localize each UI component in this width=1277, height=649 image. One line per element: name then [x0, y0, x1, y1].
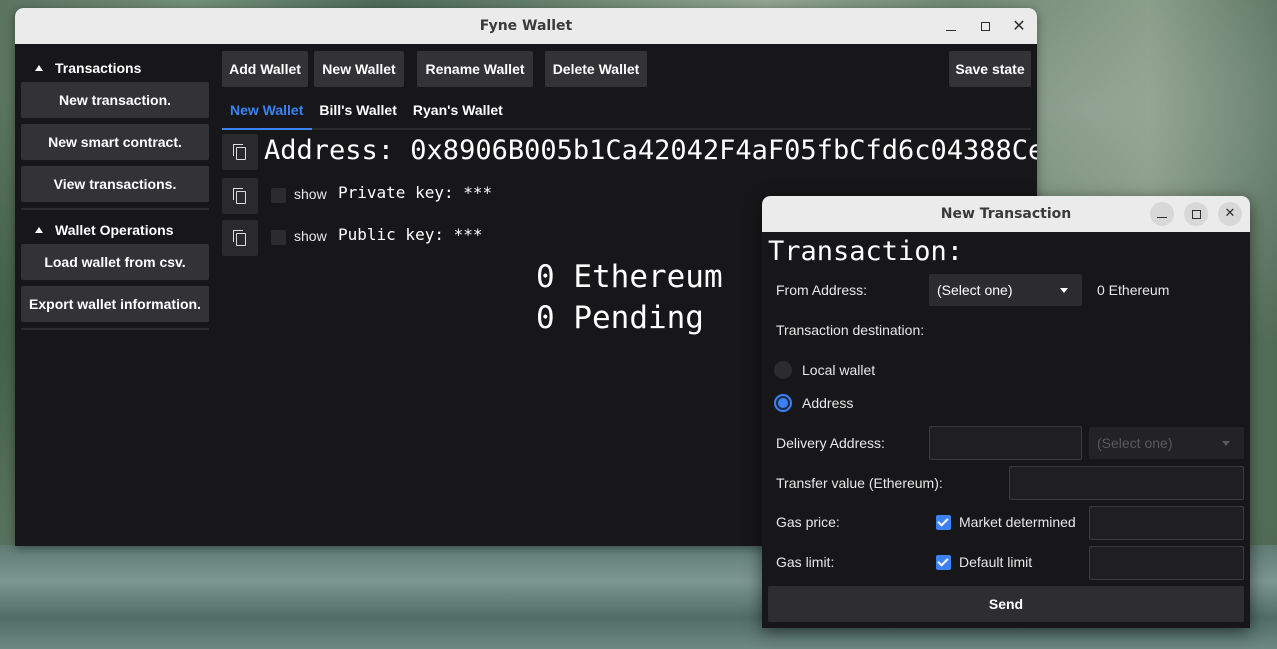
maximize-icon[interactable]	[977, 18, 993, 34]
private-key-text: Private key: ***	[338, 183, 493, 202]
copy-address-button[interactable]	[222, 134, 258, 170]
view-transactions-button[interactable]: View transactions.	[21, 166, 209, 202]
address-radio-label[interactable]: Address	[802, 395, 853, 411]
export-wallet-button[interactable]: Export wallet information.	[21, 286, 209, 322]
copy-private-key-button[interactable]	[222, 178, 258, 214]
save-state-button[interactable]: Save state	[949, 51, 1031, 87]
show-public-key-checkbox[interactable]	[271, 230, 286, 245]
delivery-address-label: Delivery Address:	[776, 435, 885, 451]
destination-label: Transaction destination:	[776, 322, 925, 338]
collapse-triangle-icon	[35, 227, 43, 233]
section-title: Transactions	[55, 60, 142, 76]
dialog-titlebar[interactable]: New Transaction ✕	[762, 196, 1250, 232]
gas-price-input[interactable]	[1089, 506, 1244, 540]
local-wallet-radio[interactable]	[774, 361, 792, 379]
copy-public-key-button[interactable]	[222, 220, 258, 256]
dialog-heading: Transaction:	[768, 236, 964, 267]
balance-text: 0 Ethereum	[536, 259, 723, 295]
divider	[21, 208, 209, 210]
show-private-key-checkbox[interactable]	[271, 188, 286, 203]
new-smart-contract-button[interactable]: New smart contract.	[21, 124, 209, 160]
new-transaction-button[interactable]: New transaction.	[21, 82, 209, 118]
delivery-address-input[interactable]	[929, 426, 1082, 460]
add-wallet-button[interactable]: Add Wallet	[222, 51, 308, 87]
from-address-select[interactable]: (Select one)	[929, 274, 1082, 306]
address-text: Address: 0x8906B005b1Ca42042F4aF05fbCfd6…	[264, 135, 1037, 166]
minimize-icon[interactable]	[943, 18, 959, 34]
tab-ryans-wallet[interactable]: Ryan's Wallet	[405, 96, 511, 128]
copy-icon	[233, 188, 247, 204]
section-wallet-operations[interactable]: Wallet Operations	[21, 216, 209, 244]
show-label: show	[294, 186, 327, 202]
gas-limit-input[interactable]	[1089, 546, 1244, 580]
new-wallet-button[interactable]: New Wallet	[314, 51, 404, 87]
window-title: Fyne Wallet	[479, 18, 573, 34]
public-key-text: Public key: ***	[338, 225, 483, 244]
show-label: show	[294, 228, 327, 244]
minimize-icon[interactable]	[1150, 202, 1174, 226]
from-address-label: From Address:	[776, 282, 868, 298]
from-address-value: (Select one)	[937, 282, 1013, 298]
from-balance: 0 Ethereum	[1097, 282, 1170, 298]
market-determined-label[interactable]: Market determined	[959, 514, 1076, 530]
divider	[21, 328, 209, 330]
new-transaction-dialog: New Transaction ✕ Transaction: From Addr…	[762, 196, 1250, 628]
pending-text: 0 Pending	[536, 300, 704, 336]
close-icon[interactable]: ✕	[1011, 18, 1027, 34]
close-icon[interactable]: ✕	[1218, 202, 1242, 226]
tab-new-wallet[interactable]: New Wallet	[222, 96, 311, 128]
delete-wallet-button[interactable]: Delete Wallet	[545, 51, 647, 87]
window-controls: ✕	[943, 8, 1027, 44]
sidebar: Transactions New transaction. New smart …	[21, 54, 209, 330]
load-wallet-button[interactable]: Load wallet from csv.	[21, 244, 209, 280]
delivery-address-select[interactable]: (Select one)	[1089, 427, 1244, 459]
active-tab-indicator	[222, 128, 312, 130]
chevron-down-icon	[1222, 441, 1230, 446]
toolbar: Add Wallet New Wallet Rename Wallet Dele…	[222, 51, 1031, 87]
transfer-value-label: Transfer value (Ethereum):	[776, 475, 943, 491]
main-titlebar[interactable]: Fyne Wallet ✕	[15, 8, 1037, 44]
collapse-triangle-icon	[35, 65, 43, 71]
copy-icon	[233, 144, 247, 160]
default-limit-checkbox[interactable]	[936, 555, 951, 570]
address-radio[interactable]	[774, 394, 792, 412]
dialog-controls: ✕	[1150, 196, 1242, 232]
chevron-down-icon	[1060, 288, 1068, 293]
rename-wallet-button[interactable]: Rename Wallet	[417, 51, 533, 87]
section-transactions[interactable]: Transactions	[21, 54, 209, 82]
section-title: Wallet Operations	[55, 222, 174, 238]
gas-price-label: Gas price:	[776, 514, 840, 530]
delivery-select-value: (Select one)	[1097, 435, 1173, 451]
local-wallet-label[interactable]: Local wallet	[802, 362, 875, 378]
gas-limit-label: Gas limit:	[776, 554, 835, 570]
default-limit-label[interactable]: Default limit	[959, 554, 1032, 570]
market-determined-checkbox[interactable]	[936, 515, 951, 530]
copy-icon	[233, 230, 247, 246]
maximize-icon[interactable]	[1184, 202, 1208, 226]
transfer-value-input[interactable]	[1009, 466, 1244, 500]
tab-bills-wallet[interactable]: Bill's Wallet	[311, 96, 405, 128]
send-button[interactable]: Send	[768, 586, 1244, 622]
tab-underline	[222, 128, 1031, 130]
wallet-tabs: New Wallet Bill's Wallet Ryan's Wallet	[222, 96, 511, 128]
